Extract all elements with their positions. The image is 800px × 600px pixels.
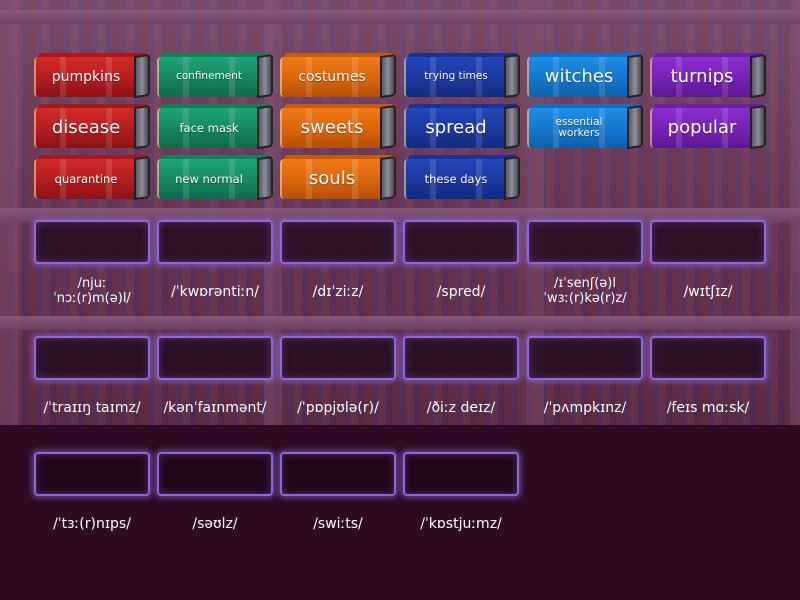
tile-label: popular — [667, 116, 737, 138]
tile-label: face mask — [179, 120, 239, 135]
word-tile[interactable]: pumpkins — [34, 53, 152, 99]
tile-label: new normal — [175, 171, 243, 186]
word-tile[interactable]: these days — [404, 155, 522, 201]
tile-label: disease — [51, 116, 121, 138]
word-tile[interactable]: souls — [280, 155, 398, 201]
phonetic-label: /njuː ˈnɔː(r)m(ə)l/ — [53, 276, 131, 306]
phonetic-label: /kənˈfaɪnmənt/ — [163, 399, 267, 416]
phonetic-label: /ˈpɒpjʊlə(r)/ — [297, 399, 379, 416]
word-tile[interactable]: new normal — [157, 155, 275, 201]
phonetic-label: /wɪtʃɪz/ — [683, 283, 733, 300]
tile-label: sweets — [300, 116, 364, 138]
phonetic-label: /ɪˈsenʃ(ə)l ˈwɜː(r)kə(r)z/ — [543, 276, 627, 306]
drop-slot[interactable] — [403, 452, 519, 496]
word-tile[interactable]: popular — [650, 104, 768, 150]
drop-slot[interactable] — [157, 452, 273, 496]
word-tile[interactable]: confinement — [157, 53, 275, 99]
tile-label: trying times — [424, 70, 488, 83]
word-tile[interactable]: spread — [404, 104, 522, 150]
phonetic-label: /ˈpʌmpkɪnz/ — [543, 399, 627, 416]
phonetic-label: /ˈkwɒrəntiːn/ — [171, 283, 259, 300]
tile-label: quarantine — [54, 171, 118, 186]
tile-label: souls — [308, 167, 356, 189]
phonetic-label: /ˈtɜː(r)nɪps/ — [53, 515, 131, 532]
shelf-board — [0, 10, 800, 24]
word-tile[interactable]: face mask — [157, 104, 275, 150]
tile-label: witches — [544, 65, 614, 87]
word-tile[interactable]: witches — [527, 53, 645, 99]
drop-slot[interactable] — [403, 336, 519, 380]
tile-label: essential workers — [555, 115, 603, 139]
drop-slot[interactable] — [34, 336, 150, 380]
drop-slot[interactable] — [527, 220, 643, 264]
shelf-board — [0, 316, 800, 330]
word-tile[interactable]: trying times — [404, 53, 522, 99]
tile-label: pumpkins — [51, 68, 121, 85]
word-tile[interactable]: quarantine — [34, 155, 152, 201]
phonetic-label: /swiːts/ — [313, 515, 363, 532]
drop-slot[interactable] — [527, 336, 643, 380]
tile-label: spread — [425, 116, 487, 138]
phonetic-label: /spred/ — [436, 283, 486, 300]
drop-slot[interactable] — [280, 336, 396, 380]
drop-slot[interactable] — [157, 336, 273, 380]
phonetic-label: /ðiːz deɪz/ — [426, 399, 496, 416]
drop-slot[interactable] — [650, 220, 766, 264]
tile-label: these days — [424, 171, 488, 186]
tile-label: confinement — [175, 70, 243, 83]
word-tile[interactable]: disease — [34, 104, 152, 150]
drop-slot[interactable] — [650, 336, 766, 380]
drop-slot[interactable] — [280, 452, 396, 496]
word-tile[interactable]: essential workers — [527, 104, 645, 150]
word-tile[interactable]: turnips — [650, 53, 768, 99]
phonetic-label: /feɪs mɑːsk/ — [666, 399, 750, 416]
phonetic-label: /ˈtraɪɪŋ taɪmz/ — [43, 399, 141, 416]
word-tile[interactable]: costumes — [280, 53, 398, 99]
phonetic-label: /ˈkɒstjuːmz/ — [420, 515, 502, 532]
drop-slot[interactable] — [34, 220, 150, 264]
tile-label: turnips — [670, 65, 734, 87]
drop-slot[interactable] — [157, 220, 273, 264]
drop-slot[interactable] — [280, 220, 396, 264]
phonetic-label: /dɪˈziːz/ — [312, 283, 364, 300]
tile-label: costumes — [298, 68, 366, 85]
drop-slot[interactable] — [34, 452, 150, 496]
word-tile[interactable]: sweets — [280, 104, 398, 150]
phonetic-label: /səʊlz/ — [192, 515, 238, 532]
drop-slot[interactable] — [403, 220, 519, 264]
